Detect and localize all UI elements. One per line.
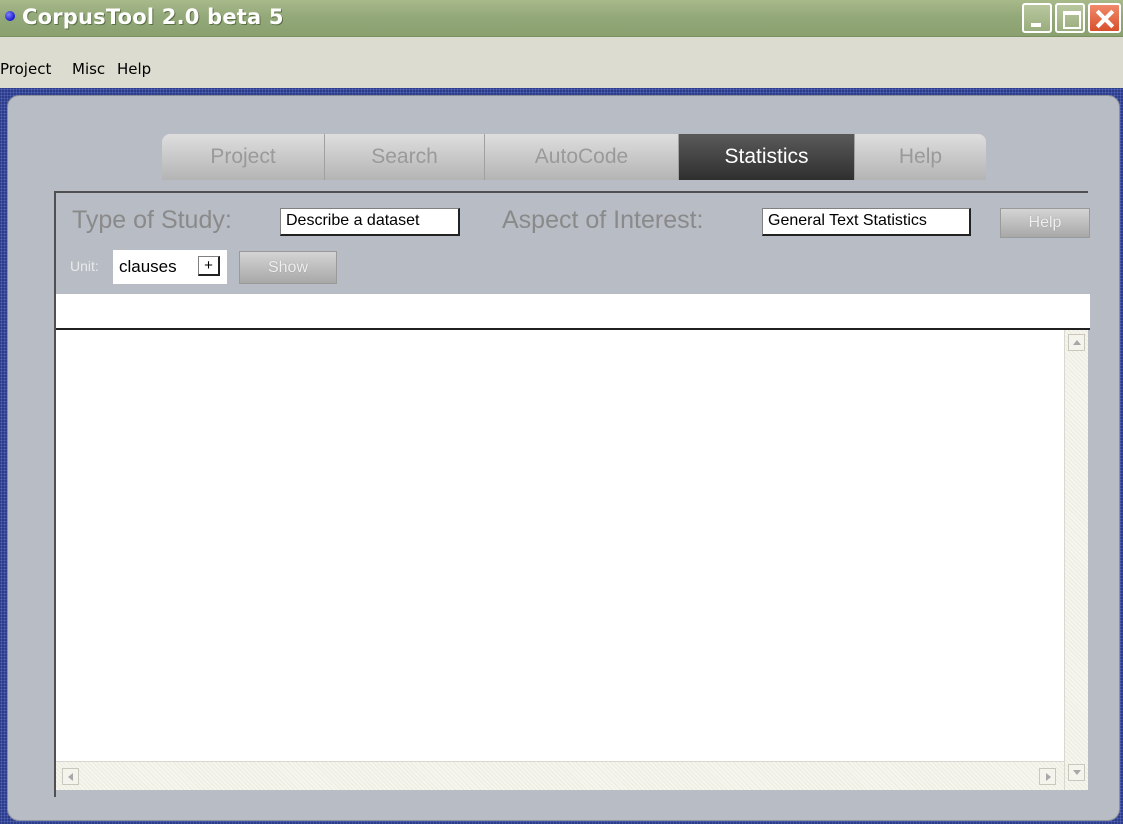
menu-help[interactable]: Help	[117, 60, 151, 78]
menu-bar: Project Misc Help	[0, 37, 1123, 87]
minimize-icon	[1024, 5, 1050, 31]
close-button[interactable]	[1088, 3, 1121, 33]
aspect-of-interest-select[interactable]: General Text Statistics	[762, 208, 971, 236]
title-bar: CorpusTool 2.0 beta 5	[0, 0, 1123, 37]
scroll-right-arrow-icon[interactable]	[1039, 768, 1056, 785]
horizontal-scrollbar[interactable]	[56, 761, 1064, 790]
show-button[interactable]: Show	[239, 251, 337, 284]
results-area[interactable]	[56, 330, 1064, 761]
tab-statistics[interactable]: Statistics	[679, 134, 855, 180]
close-icon	[1090, 5, 1119, 31]
menu-misc[interactable]: Misc	[72, 60, 105, 78]
main-panel: Project Search AutoCode Statistics Help …	[7, 95, 1120, 821]
tab-autocode[interactable]: AutoCode	[485, 134, 679, 180]
menu-project[interactable]: Project	[0, 60, 51, 78]
unit-selector[interactable]: clauses +	[113, 250, 227, 284]
tab-search[interactable]: Search	[325, 134, 485, 180]
window-title: CorpusTool 2.0 beta 5	[22, 5, 284, 29]
unit-value: clauses	[119, 257, 177, 276]
vertical-scrollbar[interactable]	[1064, 330, 1088, 790]
window-frame: Project Search AutoCode Statistics Help …	[0, 88, 1123, 824]
minimize-button[interactable]	[1022, 3, 1052, 33]
unit-label: Unit:	[70, 258, 99, 274]
unit-add-button[interactable]: +	[198, 256, 220, 276]
aspect-of-interest-label: Aspect of Interest:	[502, 206, 704, 234]
maximize-button[interactable]	[1055, 3, 1085, 33]
scroll-left-arrow-icon[interactable]	[62, 768, 79, 785]
tab-project[interactable]: Project	[162, 134, 325, 180]
results-header	[56, 294, 1090, 330]
scroll-down-arrow-icon[interactable]	[1068, 764, 1085, 781]
type-of-study-select[interactable]: Describe a dataset	[280, 208, 460, 236]
maximize-icon	[1057, 5, 1083, 31]
app-icon	[5, 11, 15, 21]
scroll-up-arrow-icon[interactable]	[1068, 334, 1085, 351]
statistics-pane: Type of Study: Describe a dataset Aspect…	[54, 191, 1090, 797]
tab-bar: Project Search AutoCode Statistics Help	[162, 134, 986, 180]
help-button[interactable]: Help	[1000, 208, 1090, 238]
tab-help[interactable]: Help	[855, 134, 986, 180]
type-of-study-label: Type of Study:	[72, 206, 232, 234]
